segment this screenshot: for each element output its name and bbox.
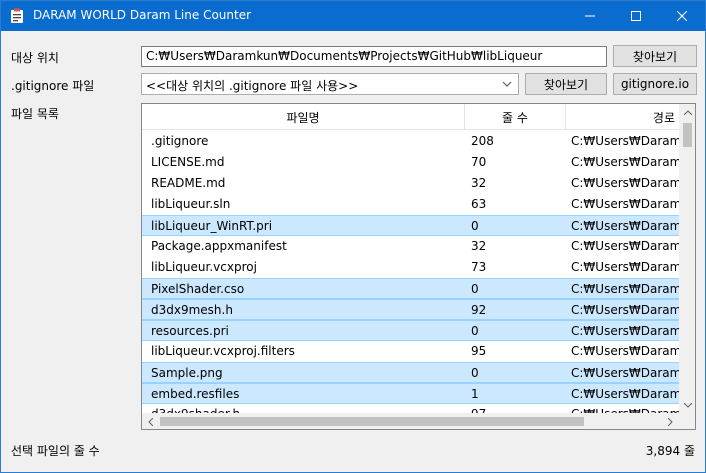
gitignore-file-label: .gitignore 파일 (11, 79, 95, 93)
title-bar[interactable]: DARAM WORLD Daram Line Counter (1, 1, 705, 31)
path-cell: C:₩Users₩Daramku (571, 219, 679, 233)
table-rows: .gitignore 208 C:₩Users₩Daramku LICENSE.md 7… (142, 131, 679, 417)
horizontal-scroll-thumb[interactable] (160, 417, 584, 426)
scroll-up-button[interactable] (679, 104, 695, 121)
file-name-cell: libLiqueur_WinRT.pri (151, 219, 273, 233)
close-icon (677, 11, 687, 21)
vertical-scrollbar[interactable] (679, 104, 695, 414)
file-name-cell: README.md (151, 176, 226, 190)
file-name-cell: resources.pri (151, 324, 229, 338)
file-name-cell: libLiqueur.vcxproj.filters (151, 344, 295, 358)
path-cell: C:₩Users₩Daramku (571, 387, 679, 401)
file-name-cell: libLiqueur.sln (151, 197, 231, 211)
column-header-filename[interactable]: 파일명 (142, 104, 465, 130)
table-row[interactable]: d3dx9mesh.h 92 C:₩Users₩Daramku (142, 299, 679, 320)
browse-target-button[interactable]: 찾아보기 (613, 45, 697, 67)
table-row[interactable]: libLiqueur_WinRT.pri 0 C:₩Users₩Daramku (142, 215, 679, 236)
horizontal-scrollbar[interactable] (142, 413, 679, 429)
target-location-label: 대상 위치 (11, 51, 59, 65)
file-name-cell: Sample.png (151, 366, 223, 380)
chevron-up-icon (683, 110, 692, 115)
chevron-right-icon (668, 417, 673, 426)
path-cell: C:₩Users₩Daramku (571, 134, 679, 148)
line-count-cell: 1 (471, 387, 479, 401)
maximize-icon (631, 11, 641, 21)
chevron-left-icon (148, 417, 153, 426)
file-name-cell: d3dx9mesh.h (151, 303, 233, 317)
table-row[interactable]: Sample.png 0 C:₩Users₩Daramku (142, 362, 679, 383)
file-name-cell: PixelShader.cso (151, 282, 245, 296)
path-cell: C:₩Users₩Daramku (571, 324, 679, 338)
path-cell: C:₩Users₩Daramku (571, 176, 679, 190)
vertical-scroll-thumb[interactable] (683, 123, 692, 147)
table-row[interactable]: libLiqueur.sln 63 C:₩Users₩Daramku (142, 194, 679, 215)
minimize-icon (585, 15, 595, 17)
minimize-button[interactable] (567, 1, 613, 31)
selected-lines-total: 3,894 줄 (645, 444, 695, 458)
table-row[interactable]: README.md 32 C:₩Users₩Daramku (142, 173, 679, 194)
path-cell: C:₩Users₩Daramku (571, 260, 679, 274)
clipboard-app-icon (11, 8, 23, 23)
table-row[interactable]: LICENSE.md 70 C:₩Users₩Daramku (142, 152, 679, 173)
scroll-right-button[interactable] (662, 413, 679, 429)
scroll-left-button[interactable] (142, 413, 159, 429)
table-row[interactable]: PixelShader.cso 0 C:₩Users₩Daramku (142, 278, 679, 299)
table-row[interactable]: embed.resfiles 1 C:₩Users₩Daramku (142, 383, 679, 404)
path-cell: C:₩Users₩Daramku (571, 197, 679, 211)
table-header: 파일명 줄 수 경로 (142, 104, 679, 130)
line-count-cell: 0 (471, 219, 479, 233)
chevron-down-icon (502, 81, 512, 87)
file-name-cell: embed.resfiles (151, 387, 240, 401)
line-count-cell: 73 (471, 260, 487, 274)
line-count-cell: 95 (471, 344, 487, 358)
path-cell: C:₩Users₩Daramku (571, 155, 679, 169)
line-count-cell: 70 (471, 155, 487, 169)
gitignore-io-button[interactable]: gitignore.io (613, 73, 697, 95)
scrollbar-corner (679, 413, 695, 429)
line-count-cell: 0 (471, 324, 479, 338)
path-cell: C:₩Users₩Daramku (571, 344, 679, 358)
line-count-cell: 63 (471, 197, 487, 211)
line-count-cell: 0 (471, 366, 479, 380)
column-header-line-count[interactable]: 줄 수 (465, 104, 566, 130)
table-row[interactable]: Package.appxmanifest 32 C:₩Users₩Daramku (142, 236, 679, 257)
maximize-button[interactable] (613, 1, 659, 31)
table-row[interactable]: libLiqueur.vcxproj 73 C:₩Users₩Daramku (142, 257, 679, 278)
table-row[interactable]: .gitignore 208 C:₩Users₩Daramku (142, 131, 679, 152)
selected-lines-label: 선택 파일의 줄 수 (11, 444, 100, 458)
line-count-cell: 92 (471, 303, 487, 317)
file-list-label: 파일 목록 (11, 107, 59, 121)
gitignore-file-select[interactable]: <<대상 위치의 .gitignore 파일 사용>> (141, 73, 519, 95)
window-title: DARAM WORLD Daram Line Counter (33, 8, 252, 22)
close-button[interactable] (659, 1, 705, 31)
line-count-cell: 32 (471, 176, 487, 190)
target-location-input[interactable]: C:₩Users₩Daramkun₩Documents₩Projects₩Git… (141, 46, 607, 67)
path-cell: C:₩Users₩Daramku (571, 282, 679, 296)
browse-gitignore-button[interactable]: 찾아보기 (525, 73, 607, 95)
chevron-down-icon (683, 403, 692, 408)
gitignore-file-value: <<대상 위치의 .gitignore 파일 사용>> (146, 79, 359, 93)
file-name-cell: LICENSE.md (151, 155, 225, 169)
file-name-cell: Package.appxmanifest (151, 239, 287, 253)
column-header-path[interactable]: 경로 (566, 104, 679, 130)
file-name-cell: libLiqueur.vcxproj (151, 260, 257, 274)
path-cell: C:₩Users₩Daramku (571, 239, 679, 253)
line-count-cell: 208 (471, 134, 494, 148)
table-row[interactable]: resources.pri 0 C:₩Users₩Daramku (142, 320, 679, 341)
path-cell: C:₩Users₩Daramku (571, 366, 679, 380)
main-window: DARAM WORLD Daram Line Counter 대상 위치 C:₩… (0, 0, 706, 473)
table-row[interactable]: libLiqueur.vcxproj.filters 95 C:₩Users₩Dar… (142, 341, 679, 362)
line-count-cell: 32 (471, 239, 487, 253)
file-list[interactable]: 파일명 줄 수 경로 .gitignore 208 C:₩Users₩Daramku… (141, 103, 696, 430)
file-name-cell: .gitignore (151, 134, 209, 148)
path-cell: C:₩Users₩Daramku (571, 303, 679, 317)
scroll-down-button[interactable] (679, 397, 695, 414)
line-count-cell: 0 (471, 282, 479, 296)
